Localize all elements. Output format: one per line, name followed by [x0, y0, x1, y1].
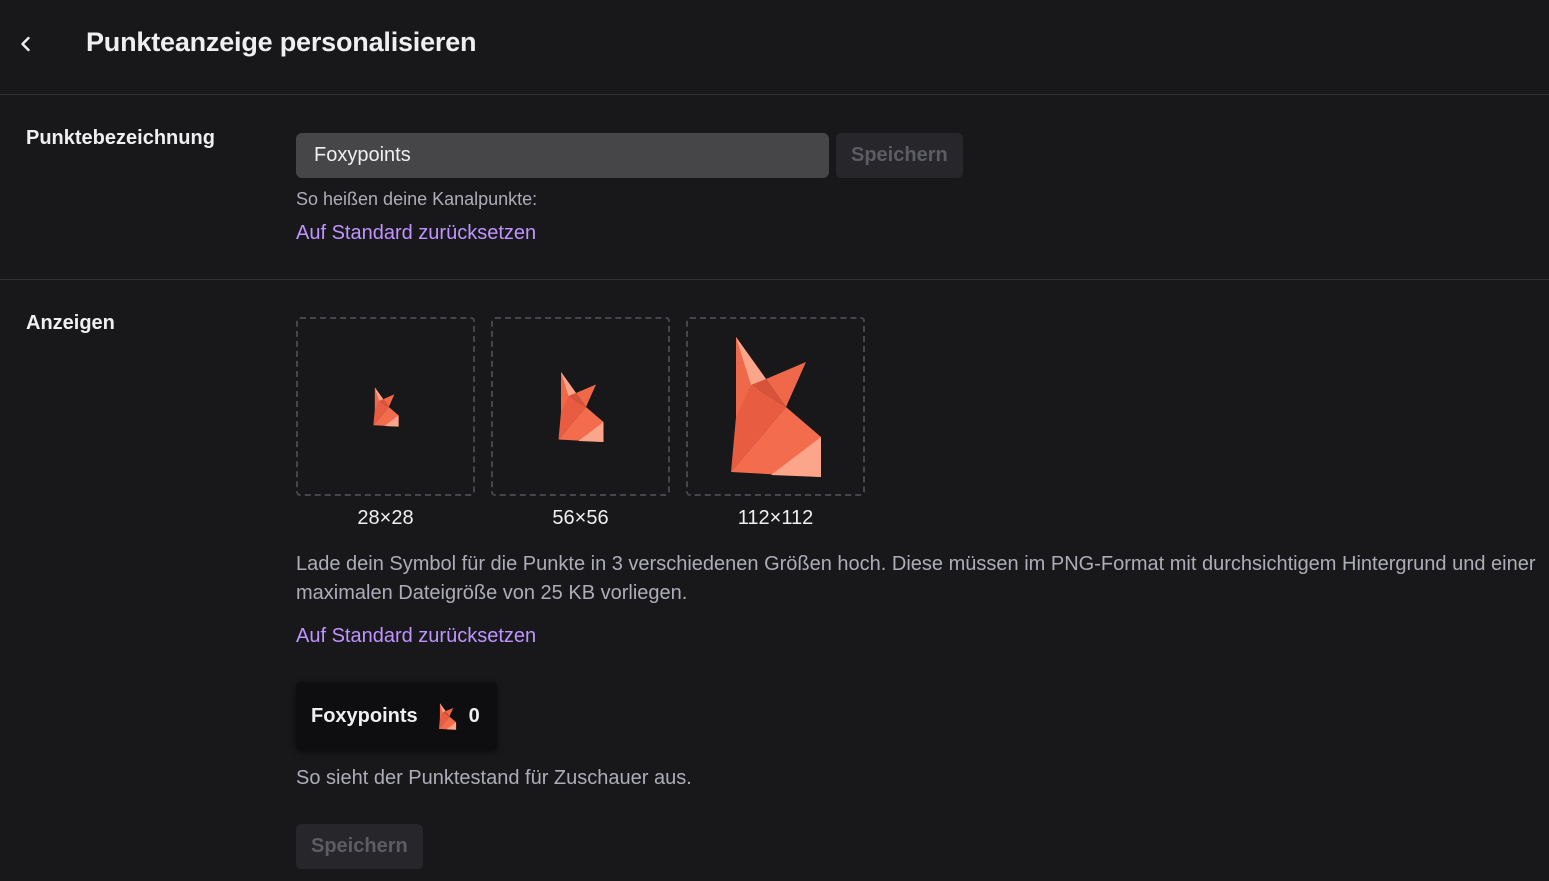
save-icon-button[interactable]: Speichern — [296, 824, 423, 869]
size-label-56: 56×56 — [552, 507, 609, 529]
back-button[interactable] — [10, 28, 42, 60]
page-header: Punkteanzeige personalisieren — [0, 0, 1549, 95]
fox-icon — [558, 371, 603, 442]
icon-upload-description: Lade dein Symbol für die Punkte in 3 ver… — [296, 553, 1536, 604]
size-label-112: 112×112 — [737, 507, 814, 529]
reset-name-link[interactable]: Auf Standard zurücksetzen — [296, 222, 536, 245]
size-label-28: 28×28 — [357, 507, 414, 529]
save-name-button[interactable]: Speichern — [836, 133, 963, 178]
fox-icon — [730, 336, 821, 477]
icon-upload-56[interactable] — [491, 317, 670, 496]
preview-points-count: 0 — [468, 704, 480, 727]
chevron-left-icon — [21, 36, 30, 52]
points-name-label: Punktebezeichnung — [26, 127, 215, 149]
icon-upload-112[interactable] — [686, 317, 865, 496]
page-title: Punkteanzeige personalisieren — [86, 27, 477, 57]
icon-section-label: Anzeigen — [26, 312, 115, 334]
fox-icon — [372, 386, 399, 427]
icon-section: Anzeigen 28×28 56×56 112×112 Lade dein S… — [0, 280, 1549, 881]
points-name-helper: So heißen deine Kanalpunkte: — [296, 189, 538, 209]
points-name-section: Punktebezeichnung Speichern So heißen de… — [0, 95, 1549, 280]
fox-icon — [438, 702, 456, 730]
points-balance-preview: Foxypoints 0 — [296, 682, 497, 750]
icon-upload-28[interactable] — [296, 317, 475, 496]
reset-icon-link[interactable]: Auf Standard zurücksetzen — [296, 625, 536, 648]
preview-fox-icon-wrap — [438, 702, 457, 730]
points-name-input[interactable] — [296, 133, 829, 178]
preview-caption: So sieht der Punktestand für Zuschauer a… — [296, 767, 692, 789]
preview-points-name: Foxypoints — [311, 704, 418, 727]
